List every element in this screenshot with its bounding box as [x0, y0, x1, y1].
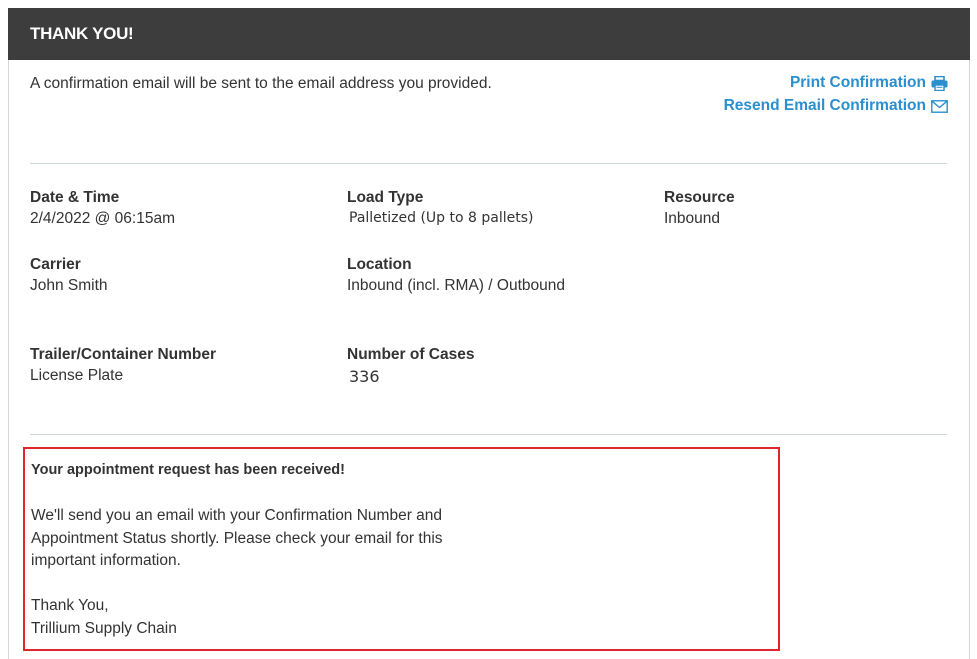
confirmation-message: A confirmation email will be sent to the…	[30, 75, 492, 92]
page-header: THANK YOU!	[8, 8, 970, 60]
printer-icon	[931, 75, 948, 91]
number-of-cases-value: 336	[349, 367, 380, 386]
date-time-value: 2/4/2022 @ 06:15am	[30, 210, 176, 227]
location-value: Inbound (incl. RMA) / Outbound	[347, 277, 565, 294]
notice-signature-block: Thank You, Trillium Supply Chain	[31, 595, 177, 640]
resend-email-confirmation-link[interactable]: Resend Email Confirmation	[724, 97, 948, 115]
appointment-received-notice: Your appointment request has been receiv…	[23, 447, 780, 651]
location-field: Location Inbound (incl. RMA) / Outbound	[347, 256, 565, 295]
notice-title: Your appointment request has been receiv…	[31, 462, 345, 478]
page-title: THANK YOU!	[30, 24, 134, 43]
carrier-label: Carrier	[30, 256, 81, 273]
resend-email-confirmation-label: Resend Email Confirmation	[723, 97, 926, 114]
divider	[30, 434, 947, 435]
carrier-field: Carrier John Smith	[30, 256, 108, 295]
resource-value: Inbound	[664, 210, 721, 227]
notice-thanks: Thank You,	[31, 597, 109, 614]
resource-label: Resource	[664, 189, 735, 206]
trailer-container-field: Trailer/Container Number License Plate	[30, 346, 216, 385]
location-label: Location	[347, 256, 412, 273]
number-of-cases-field: Number of Cases 336	[347, 346, 474, 386]
notice-body: We'll send you an email with your Confir…	[31, 507, 443, 569]
divider	[30, 163, 947, 164]
carrier-value: John Smith	[30, 277, 108, 294]
print-confirmation-label: Print Confirmation	[789, 74, 926, 91]
load-type-field: Load Type Palletized (Up to 8 pallets)	[347, 189, 533, 226]
notice-signature: Trillium Supply Chain	[31, 619, 177, 637]
envelope-icon	[931, 99, 948, 113]
print-confirmation-link[interactable]: Print Confirmation	[790, 74, 948, 92]
number-of-cases-label: Number of Cases	[347, 346, 475, 363]
trailer-container-value: License Plate	[30, 367, 124, 384]
load-type-value: Palletized (Up to 8 pallets)	[349, 210, 534, 226]
date-time-label: Date & Time	[30, 189, 120, 206]
resource-field: Resource Inbound	[664, 189, 735, 228]
load-type-label: Load Type	[347, 189, 424, 206]
date-time-field: Date & Time 2/4/2022 @ 06:15am	[30, 189, 175, 228]
trailer-container-label: Trailer/Container Number	[30, 346, 217, 363]
